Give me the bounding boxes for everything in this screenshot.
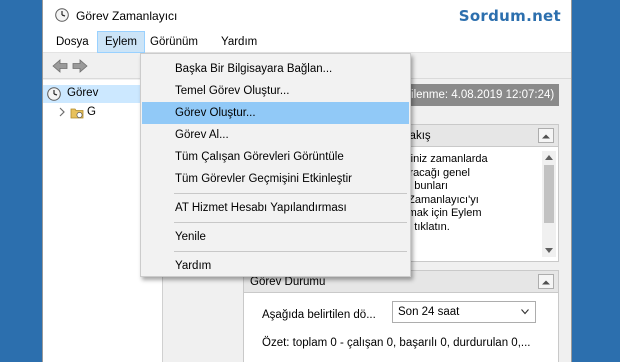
menu-dosya[interactable]: Dosya: [49, 31, 96, 53]
chevron-up-icon: [542, 280, 550, 285]
menu-item-help[interactable]: Yardım: [142, 255, 409, 277]
forward-arrow-icon[interactable]: [71, 58, 89, 74]
menu-item-create-basic-task[interactable]: Temel Görev Oluştur...: [142, 80, 409, 102]
menu-gorunum[interactable]: Görünüm: [143, 31, 205, 53]
task-scheduler-window: Görev Zamanlayıcı Sordum.net Dosya Eylem…: [42, 0, 572, 362]
menu-item-display-running-tasks[interactable]: Tüm Çalışan Görevleri Görüntüle: [142, 146, 409, 168]
menu-item-refresh[interactable]: Yenile: [142, 226, 409, 248]
folder-icon: [70, 108, 84, 119]
tree-child-label: G: [87, 106, 96, 118]
scroll-thumb[interactable]: [544, 165, 554, 223]
chevron-right-icon[interactable]: [57, 107, 67, 117]
title-bar[interactable]: Görev Zamanlayıcı Sordum.net: [43, 0, 571, 31]
chevron-up-icon: [542, 134, 550, 139]
menu-item-enable-history[interactable]: Tüm Görevler Geçmişini Etkinleştir: [142, 168, 409, 190]
status-section: Görev Durumu Aşağıda belirtilen dö... So…: [243, 270, 559, 362]
collapse-status-button[interactable]: [538, 274, 554, 289]
back-arrow-icon[interactable]: [51, 58, 69, 74]
watermark-logo: Sordum.net: [458, 7, 561, 25]
status-period-label: Aşağıda belirtilen dö...: [262, 309, 376, 321]
menu-yardim[interactable]: Yardım: [214, 31, 264, 53]
clock-icon: [47, 87, 61, 101]
menu-item-create-task[interactable]: Görev Oluştur...: [142, 102, 409, 124]
chevron-down-icon: [521, 309, 529, 315]
menu-separator: [174, 222, 407, 223]
status-period-select[interactable]: Son 24 saat: [392, 301, 536, 323]
menu-separator: [174, 193, 407, 194]
status-title: Görev Durumu: [250, 276, 326, 288]
menu-item-connect-computer[interactable]: Başka Bir Bilgisayara Bağlan...: [142, 58, 409, 80]
eylem-dropdown-menu: Başka Bir Bilgisayara Bağlan... Temel Gö…: [140, 53, 411, 277]
menu-item-import-task[interactable]: Görev Al...: [142, 124, 409, 146]
scroll-down-icon[interactable]: [545, 248, 553, 253]
status-period-value: Son 24 saat: [398, 306, 460, 318]
scroll-up-icon[interactable]: [545, 155, 553, 160]
menu-bar: Dosya Eylem Görünüm Yardım: [43, 31, 571, 53]
menu-item-at-service-account[interactable]: AT Hizmet Hesabı Yapılandırması: [142, 197, 409, 219]
menu-separator: [174, 251, 407, 252]
tree-root-label: Görev: [67, 87, 99, 99]
collapse-overview-button[interactable]: [538, 128, 554, 143]
overview-scrollbar[interactable]: [542, 151, 556, 257]
menu-eylem[interactable]: Eylem: [97, 31, 145, 53]
clock-icon: [55, 8, 69, 22]
task-summary: Özet: toplam 0 - çalışan 0, başarılı 0, …: [262, 337, 531, 349]
window-title: Görev Zamanlayıcı: [76, 9, 178, 23]
